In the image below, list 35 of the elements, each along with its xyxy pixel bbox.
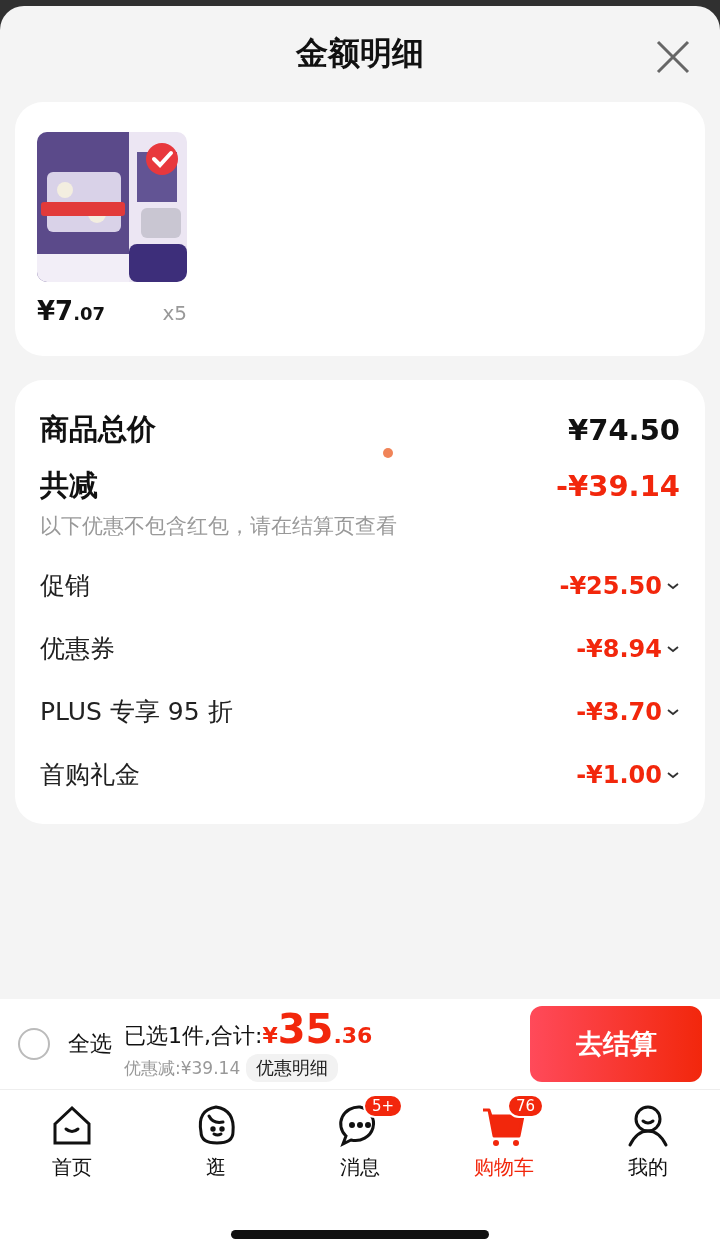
tab-item[interactable]: 我的 [576, 1090, 720, 1190]
total-label: 商品总价 [40, 411, 156, 448]
discount-item-label: 促销 [40, 570, 90, 602]
product-quantity: x5 [162, 301, 187, 325]
total-line: 已选1件,合计:¥35.36 [124, 1006, 374, 1052]
chevron-down-icon [666, 769, 680, 780]
discount-value: -¥39.14 [556, 469, 680, 503]
discount-label: 共减 [40, 467, 98, 504]
discount-item-label: 首购礼金 [40, 759, 140, 791]
select-all-label: 全选 [68, 1030, 112, 1058]
total-value: ¥74.50 [568, 413, 680, 447]
discount-note: 以下优惠不包含红包，请在结算页查看 [40, 513, 398, 540]
chevron-down-icon [666, 643, 680, 654]
tab-item[interactable]: 逛 [144, 1090, 288, 1190]
saved-amount: 优惠减:¥39.14 [124, 1056, 241, 1080]
chevron-down-icon [666, 706, 680, 717]
discount-item-value[interactable]: -¥1.00 [576, 760, 680, 789]
sheet-title: 金额明细 [296, 33, 424, 74]
discount-details-button[interactable]: 优惠明细 [246, 1054, 339, 1082]
discount-item-label: PLUS 专享 95 折 [40, 696, 233, 728]
tab-item[interactable]: 5+ 消息 [288, 1090, 432, 1190]
discount-item-label: 优惠券 [40, 633, 115, 665]
discount-item-value[interactable]: -¥8.94 [576, 634, 680, 663]
checkout-button[interactable]: 去结算 [530, 1006, 702, 1082]
select-all-radio[interactable] [18, 1028, 50, 1060]
chevron-down-icon [666, 580, 680, 591]
product-price: ¥7.07 [37, 296, 106, 326]
count-badge: 76 [507, 1094, 545, 1118]
discount-item-value[interactable]: -¥25.50 [559, 571, 680, 600]
discount-item-value[interactable]: -¥3.70 [576, 697, 680, 726]
tab-item[interactable]: 首页 [0, 1090, 144, 1190]
dot-icon [383, 448, 393, 458]
close-button[interactable] [656, 40, 690, 74]
tab-item[interactable]: 76 购物车 [432, 1090, 576, 1190]
count-badge: 5+ [363, 1094, 404, 1118]
